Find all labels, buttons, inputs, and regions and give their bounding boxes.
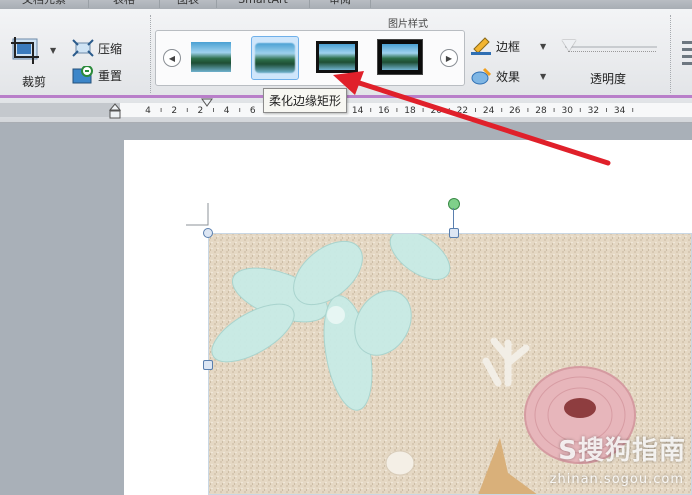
- reset-button[interactable]: 重置: [72, 66, 122, 84]
- style-preview-image: [382, 44, 418, 70]
- tab-tables[interactable]: 表格: [89, 0, 160, 8]
- ribbon: ▼ 裁剪 压缩 重置 图片样式 ◀ ▶ 边框 ▼ 效果 ▼ 透明度: [0, 9, 692, 98]
- ruler-label: 22: [457, 106, 468, 116]
- ruler-label: 28: [535, 106, 547, 116]
- style-thumbnail-soft-edge[interactable]: [251, 36, 299, 80]
- transparency-slider-thumb[interactable]: [562, 40, 576, 51]
- tab-smartart[interactable]: SmartArt: [217, 0, 310, 8]
- picture-styles-gallery: ◀ ▶: [155, 30, 465, 86]
- reset-label: 重置: [98, 68, 123, 83]
- resize-handle-left[interactable]: [203, 360, 213, 370]
- ruler-label: 4: [224, 106, 230, 116]
- transparency-slider-track[interactable]: [565, 46, 657, 48]
- effects-dropdown-icon[interactable]: ▼: [540, 72, 546, 81]
- border-dropdown-icon[interactable]: ▼: [540, 42, 546, 51]
- style-preview-image: [255, 43, 295, 73]
- reset-picture-icon: [72, 66, 93, 84]
- picture-styles-group-title: 图片样式: [388, 19, 428, 30]
- tab-review[interactable]: 审阅: [310, 0, 371, 8]
- resize-handle-top[interactable]: [449, 228, 459, 238]
- style-preview-image: [191, 42, 231, 72]
- crop-button[interactable]: ▼ 裁剪: [6, 36, 56, 89]
- group-separator: [150, 15, 152, 93]
- rotation-handle[interactable]: [448, 198, 460, 210]
- effects-button[interactable]: 效果 ▼: [470, 67, 546, 85]
- arrange-icon[interactable]: [680, 37, 692, 77]
- ruler-label: 34: [614, 106, 626, 116]
- first-line-indent-marker[interactable]: [201, 98, 213, 108]
- crop-icon: [11, 37, 39, 64]
- style-thumbnail-plain[interactable]: [188, 36, 234, 78]
- ruler-label: 30: [561, 106, 573, 116]
- ruler-label: 6: [250, 106, 256, 116]
- selected-picture[interactable]: S搜狗指南 zhinan.sogou.com: [208, 233, 692, 495]
- crop-dropdown-icon[interactable]: ▼: [50, 46, 56, 55]
- style-tooltip: 柔化边缘矩形: [263, 88, 348, 113]
- ruler-label: 20: [430, 106, 442, 116]
- pen-icon: [471, 37, 491, 55]
- transparency-label: 透明度: [590, 72, 627, 86]
- tab-charts[interactable]: 图表: [160, 0, 217, 8]
- left-indent-marker[interactable]: [109, 99, 121, 121]
- compress-icon: [72, 39, 94, 57]
- watermark-url: zhinan.sogou.com: [549, 472, 684, 487]
- ruler-label: 18: [404, 106, 416, 116]
- ruler-label: 14: [352, 106, 364, 116]
- tab-document-elements[interactable]: 文档元素: [0, 0, 89, 8]
- group-separator: [670, 15, 672, 93]
- border-label: 边框: [496, 39, 521, 54]
- gallery-prev-button[interactable]: ◀: [163, 49, 181, 67]
- ruler-label: 2: [171, 106, 177, 116]
- style-thumbnail-frame-thick[interactable]: [377, 36, 423, 78]
- resize-handle-top-left[interactable]: [203, 228, 213, 238]
- crop-label: 裁剪: [22, 75, 47, 89]
- effects-icon: [471, 67, 492, 85]
- ruler-label: 16: [378, 106, 390, 116]
- border-button[interactable]: 边框 ▼: [470, 37, 546, 55]
- ruler-label: 24: [483, 106, 495, 116]
- compress-label: 压缩: [98, 41, 123, 56]
- style-preview-image: [319, 44, 355, 70]
- effects-label: 效果: [496, 69, 521, 84]
- gallery-next-button[interactable]: ▶: [440, 49, 458, 67]
- ruler-label: 26: [509, 106, 521, 116]
- transparency-slider-ticks: [568, 51, 656, 56]
- style-thumbnail-frame-thin[interactable]: [314, 36, 360, 78]
- ruler-label: 32: [588, 106, 599, 116]
- watermark-brand: S搜狗指南: [558, 436, 686, 466]
- compress-button[interactable]: 压缩: [72, 39, 122, 57]
- ruler-label: 4: [145, 106, 151, 116]
